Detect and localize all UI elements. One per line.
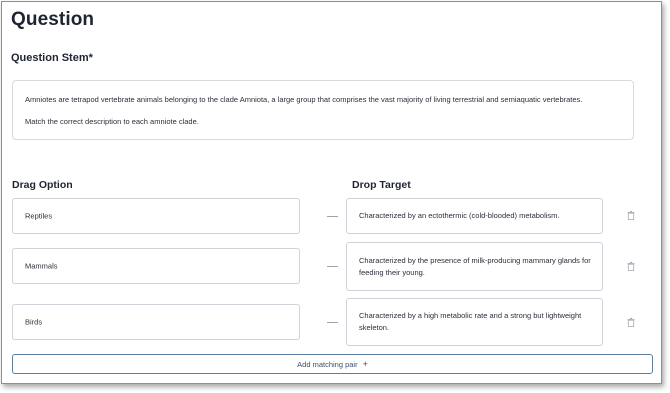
drop-target-input[interactable]: Characterized by a high metabolic rate a…	[346, 298, 603, 346]
drop-target-input[interactable]: Characterized by an ectothermic (cold-bl…	[346, 198, 603, 234]
drop-target-text: Characterized by the presence of milk-pr…	[359, 255, 591, 277]
plus-icon: +	[362, 359, 368, 369]
drag-option-heading: Drag Option	[12, 179, 73, 191]
drop-target-input[interactable]: Characterized by the presence of milk-pr…	[346, 242, 603, 291]
add-matching-pair-label: Add matching pair	[297, 359, 358, 369]
drag-option-text: Reptiles	[25, 211, 53, 221]
drag-option-text: Mammals	[25, 261, 58, 271]
page-title: Question	[11, 9, 95, 30]
stem-paragraph-1: Amniotes are tetrapod vertebrate animals…	[25, 95, 583, 104]
question-stem-editor[interactable]: Amniotes are tetrapod vertebrate animals…	[12, 80, 634, 140]
trash-icon[interactable]	[627, 318, 635, 327]
drag-option-text: Birds	[25, 317, 43, 327]
trash-icon[interactable]	[627, 211, 635, 220]
drag-option-input[interactable]: Birds	[12, 304, 300, 340]
question-stem-label: Question Stem*	[11, 52, 93, 64]
stem-paragraph-2: Match the correct description to each am…	[25, 117, 199, 126]
drop-target-text: Characterized by an ectothermic (cold-bl…	[359, 211, 560, 220]
pair-connector	[327, 266, 338, 267]
drag-option-input[interactable]: Reptiles	[12, 198, 300, 234]
pair-connector	[327, 322, 338, 323]
drop-target-text: Characterized by a high metabolic rate a…	[359, 311, 582, 332]
trash-icon[interactable]	[627, 262, 635, 271]
pair-connector	[327, 216, 338, 217]
drop-target-heading: Drop Target	[352, 179, 411, 191]
question-editor-panel: Question Question Stem* Amniotes are tet…	[1, 1, 662, 384]
add-matching-pair-button[interactable]: Add matching pair +	[12, 354, 653, 374]
drag-option-input[interactable]: Mammals	[12, 248, 300, 284]
